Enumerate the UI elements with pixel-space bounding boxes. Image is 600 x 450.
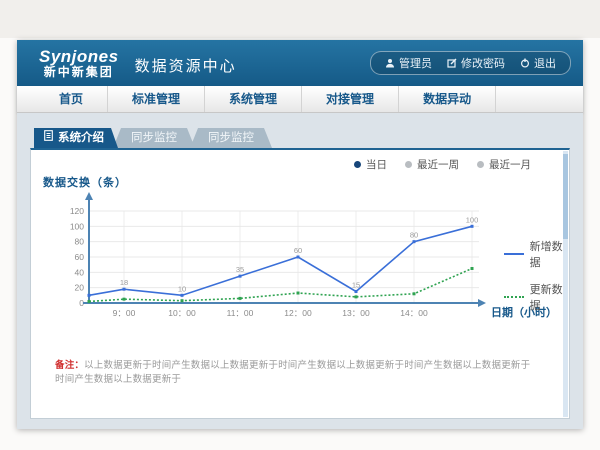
footnote-text: 以上数据更新于时间产生数据以上数据更新于时间产生数据以上数据更新于时间产生数据以… xyxy=(55,360,530,385)
tab-system-introduction[interactable]: 系统介绍 xyxy=(34,128,118,148)
nav-item-standard-management[interactable]: 标准管理 xyxy=(108,86,205,112)
svg-text:11：00: 11：00 xyxy=(227,308,254,318)
app-header: Synjones 新中新集团 数据资源中心 管理员 修改密码 xyxy=(17,40,583,86)
svg-text:10: 10 xyxy=(178,284,186,293)
page-background: Synjones 新中新集团 数据资源中心 管理员 修改密码 xyxy=(0,0,600,450)
document-icon xyxy=(44,128,53,148)
edit-icon xyxy=(447,58,457,68)
svg-text:9：00: 9：00 xyxy=(113,308,136,318)
app-window: Synjones 新中新集团 数据资源中心 管理员 修改密码 xyxy=(17,40,583,429)
exchange-line-chart: 0204060801001209：0010：0011：0012：0013：001… xyxy=(31,190,569,335)
svg-text:13：00: 13：00 xyxy=(342,308,370,318)
radio-selected-icon xyxy=(354,161,361,168)
company-logo: Synjones 新中新集团 xyxy=(39,48,119,78)
change-password-button[interactable]: 修改密码 xyxy=(447,55,505,71)
chart-panel: 当日 最近一周 最近一月 数据交换（条） 0204060801001209：00… xyxy=(30,148,570,419)
filter-label: 最近一周 xyxy=(417,157,459,172)
svg-text:40: 40 xyxy=(75,267,85,277)
radio-unselected-icon xyxy=(477,161,484,168)
footnote-label: 备注： xyxy=(55,360,84,371)
power-icon xyxy=(520,58,530,68)
radio-unselected-icon xyxy=(405,161,412,168)
svg-text:80: 80 xyxy=(75,237,85,247)
svg-text:80: 80 xyxy=(410,231,418,240)
page-title: 数据资源中心 xyxy=(135,55,237,76)
tab-sync-monitor-1[interactable]: 同步监控 xyxy=(113,128,195,148)
desktop-top-strip xyxy=(0,0,600,38)
filter-last-month[interactable]: 最近一月 xyxy=(477,157,531,172)
svg-text:12：00: 12：00 xyxy=(284,308,312,318)
svg-text:60: 60 xyxy=(294,246,302,255)
svg-text:60: 60 xyxy=(75,252,85,262)
legend-item-update-data[interactable]: 更新数据 xyxy=(504,281,569,313)
svg-text:100: 100 xyxy=(466,215,479,224)
svg-text:18: 18 xyxy=(120,278,128,287)
tab-label: 系统介绍 xyxy=(58,128,104,148)
svg-text:14：00: 14：00 xyxy=(400,308,428,318)
logo-secondary-text: 新中新集团 xyxy=(44,66,114,79)
nav-item-system-management[interactable]: 系统管理 xyxy=(205,86,302,112)
filter-last-week[interactable]: 最近一周 xyxy=(405,157,459,172)
tab-bar: 系统介绍 同步监控 同步监控 xyxy=(34,128,570,148)
logo-primary-text: Synjones xyxy=(39,48,119,66)
logout-button[interactable]: 退出 xyxy=(520,55,556,71)
svg-text:120: 120 xyxy=(70,206,84,216)
footnote: 备注：以上数据更新于时间产生数据以上数据更新于时间产生数据以上数据更新于时间产生… xyxy=(55,357,539,385)
filter-label: 当日 xyxy=(366,157,387,172)
logout-label: 退出 xyxy=(534,55,556,71)
y-axis-title: 数据交换（条） xyxy=(43,174,127,190)
nav-item-data-change[interactable]: 数据异动 xyxy=(399,86,496,112)
user-name-label: 管理员 xyxy=(399,55,432,71)
filter-today[interactable]: 当日 xyxy=(354,157,387,172)
filter-label: 最近一月 xyxy=(489,157,531,172)
person-icon xyxy=(385,58,395,68)
solid-line-icon xyxy=(504,253,524,255)
main-nav: 首页 标准管理 系统管理 对接管理 数据异动 xyxy=(17,86,583,113)
change-password-label: 修改密码 xyxy=(461,55,505,71)
dotted-line-icon xyxy=(504,296,524,298)
legend-item-new-data[interactable]: 新增数据 xyxy=(504,238,569,270)
svg-text:35: 35 xyxy=(236,265,244,274)
nav-item-home[interactable]: 首页 xyxy=(35,86,108,112)
time-filter-group: 当日 最近一周 最近一月 xyxy=(354,157,531,172)
svg-text:15: 15 xyxy=(352,281,360,290)
svg-text:100: 100 xyxy=(70,221,84,231)
scrollbar-thumb[interactable] xyxy=(563,154,568,239)
panel-scrollbar[interactable] xyxy=(563,151,568,417)
chart-legend: 新增数据 更新数据 xyxy=(504,238,569,313)
nav-item-connection-management[interactable]: 对接管理 xyxy=(302,86,399,112)
user-toolbar: 管理员 修改密码 退出 xyxy=(370,51,571,75)
svg-text:20: 20 xyxy=(75,283,85,293)
svg-text:10：00: 10：00 xyxy=(168,308,196,318)
tab-sync-monitor-2[interactable]: 同步监控 xyxy=(190,128,272,148)
current-user-button[interactable]: 管理员 xyxy=(385,55,432,71)
tab-label: 同步监控 xyxy=(131,128,177,148)
content-area: 系统介绍 同步监控 同步监控 当日 最近一周 xyxy=(17,113,583,429)
tab-label: 同步监控 xyxy=(208,128,254,148)
